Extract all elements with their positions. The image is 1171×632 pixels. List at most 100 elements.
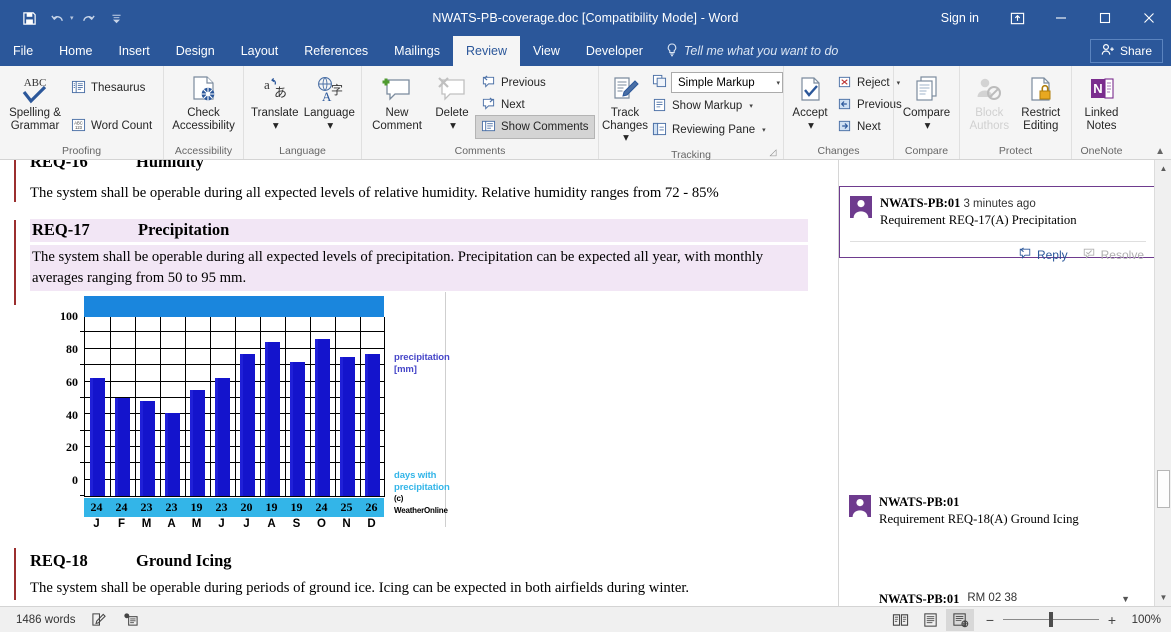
show-markup-icon (652, 98, 667, 115)
reviewing-pane-caret[interactable]: ▾ (762, 126, 766, 134)
undo-dropdown-caret[interactable]: ▾ (70, 14, 74, 22)
linked-notes-button[interactable]: N Linked Notes (1076, 71, 1127, 134)
month-label: A (267, 518, 276, 530)
zoom-out-button[interactable]: − (984, 612, 996, 628)
legend-precipitation: precipitation [mm] (394, 352, 450, 375)
zoom-slider[interactable] (1003, 612, 1099, 627)
reviewing-pane-button[interactable]: Reviewing Pane ▾ (647, 119, 783, 141)
new-comment-button[interactable]: New Comment (366, 71, 428, 134)
comment-author-name: NWATS-PB:01 (879, 495, 960, 509)
spelling-label-line2: Grammar (10, 119, 60, 132)
thesaurus-button[interactable]: Thesaurus (66, 77, 157, 99)
markup-mode-caret[interactable]: ▾ (776, 79, 780, 87)
group-label-proofing: Proofing (61, 145, 102, 157)
proofing-errors-icon[interactable] (85, 610, 113, 629)
zoom-control[interactable]: − + 100% (984, 612, 1161, 628)
accept-caret[interactable]: ▾ (808, 120, 814, 133)
translate-button[interactable]: aあ Translate ▾ (248, 71, 302, 134)
spelling-grammar-button[interactable]: ABC Spelling & Grammar (4, 71, 66, 134)
comment-author-name: NWATS-PB:01 (880, 196, 961, 210)
collapse-ribbon-icon[interactable]: ▲ (1155, 146, 1165, 157)
tab-mailings[interactable]: Mailings (381, 36, 453, 66)
compare-button[interactable]: Compare ▾ (898, 71, 955, 134)
tell-me-box[interactable]: Tell me what you want to do (656, 36, 849, 66)
word-count-status[interactable]: 1486 words (10, 612, 81, 628)
sign-in-button[interactable]: Sign in (925, 11, 995, 25)
delete-comment-button[interactable]: Delete ▾ (428, 71, 476, 134)
check-accessibility-icon (189, 73, 219, 107)
save-icon[interactable] (16, 6, 42, 30)
comment-reply-button[interactable]: Reply (1018, 247, 1068, 263)
tracking-dialog-launcher[interactable]: ◿ (767, 146, 779, 158)
comment-resolve-button[interactable]: Resolve (1082, 247, 1144, 263)
heading-req17: REQ-17 Precipitation (30, 219, 808, 242)
tab-developer[interactable]: Developer (573, 36, 656, 66)
tab-layout[interactable]: Layout (228, 36, 292, 66)
zoom-in-button[interactable]: + (1106, 612, 1118, 628)
language-button[interactable]: A字 Language ▾ (302, 71, 357, 134)
ribbon: ABC Spelling & Grammar Thesaurus ABC 123… (0, 66, 1171, 161)
chart-top-band (84, 296, 384, 317)
zoom-slider-thumb[interactable] (1049, 612, 1053, 627)
comment-author-name: NWATS-PB:01 (879, 592, 960, 606)
vertical-scrollbar[interactable]: ▲ ▼ (1154, 160, 1171, 606)
days-value: 23 (165, 500, 178, 514)
restrict-editing-icon (1026, 73, 1056, 107)
comment-more-caret-icon[interactable]: ▼ (1121, 594, 1130, 604)
restore-icon[interactable] (1083, 0, 1127, 36)
document-scroll-area[interactable]: REQ-16 Humidity The system shall be opera… (0, 160, 838, 606)
tab-file[interactable]: File (0, 36, 46, 66)
language-caret[interactable]: ▾ (327, 120, 333, 133)
ribbon-display-options-icon[interactable] (995, 0, 1039, 36)
web-layout-button[interactable] (946, 608, 974, 631)
precipitation-chart[interactable]: 0 20 40 60 80 100 24 24 23 23 19 23 20 1… (26, 292, 450, 530)
macro-recording-icon[interactable] (117, 610, 145, 629)
minimize-icon[interactable] (1039, 0, 1083, 36)
check-accessibility-button[interactable]: Check Accessibility (168, 71, 239, 134)
tab-insert[interactable]: Insert (106, 36, 163, 66)
markup-mode-dropdown[interactable]: Simple Markup ▾ (671, 72, 783, 93)
block-authors-button[interactable]: Block Authors (964, 71, 1015, 134)
days-value: 23 (140, 500, 153, 514)
undo-icon[interactable] (44, 6, 70, 30)
translate-caret[interactable]: ▾ (273, 120, 279, 133)
legend-days-line2: precipitation (394, 481, 450, 493)
comment-card[interactable]: NWATS-PB:01 Requirement REQ-18(A) Ground… (839, 486, 1156, 527)
scrollbar-thumb[interactable] (1157, 470, 1170, 508)
comment-card[interactable]: NWATS-PB:01 3 minutes ago Requirement RE… (839, 186, 1156, 262)
print-layout-button[interactable] (916, 609, 944, 631)
show-comments-button[interactable]: Show Comments (475, 115, 595, 139)
tab-view[interactable]: View (520, 36, 573, 66)
thesaurus-icon (71, 80, 86, 97)
accept-button[interactable]: Accept ▾ (788, 71, 832, 134)
compare-caret[interactable]: ▾ (925, 120, 931, 133)
word-count-button[interactable]: ABC 123 Word Count (66, 115, 157, 137)
tab-design[interactable]: Design (163, 36, 228, 66)
track-changes-caret[interactable]: ▾ (623, 132, 629, 145)
previous-comment-icon (481, 75, 496, 92)
close-icon[interactable] (1127, 0, 1171, 36)
tab-references[interactable]: References (291, 36, 381, 66)
customize-quick-access-toolbar-icon[interactable] (104, 6, 130, 30)
gridline-vertical (135, 317, 136, 497)
legend-precipitation-line2: [mm] (394, 363, 417, 375)
tab-review[interactable]: Review (453, 36, 521, 66)
track-changes-button[interactable]: Track Changes ▾ (602, 71, 648, 147)
scroll-up-icon[interactable]: ▲ (1155, 160, 1171, 177)
next-comment-button[interactable]: Next (476, 94, 594, 116)
word-count-label: Word Count (91, 120, 153, 132)
comment-card-partial[interactable]: NWATS-PB:01 RM 02 38 (839, 592, 1156, 606)
restrict-editing-button[interactable]: Restrict Editing (1015, 71, 1067, 134)
show-markup-caret[interactable]: ▾ (749, 102, 753, 110)
delete-comment-caret[interactable]: ▾ (450, 120, 456, 133)
redo-icon[interactable] (76, 6, 102, 30)
read-mode-button[interactable] (886, 609, 914, 631)
gridline-vertical (360, 317, 361, 497)
share-button[interactable]: Share (1089, 39, 1163, 63)
scroll-down-icon[interactable]: ▼ (1155, 589, 1171, 606)
tab-home[interactable]: Home (46, 36, 105, 66)
comments-pane[interactable]: NWATS-PB:01 3 minutes ago Requirement RE… (838, 160, 1156, 606)
show-markup-button[interactable]: Show Markup ▾ (647, 95, 783, 117)
previous-comment-button[interactable]: Previous (476, 72, 594, 94)
zoom-level-label[interactable]: 100% (1125, 614, 1161, 626)
